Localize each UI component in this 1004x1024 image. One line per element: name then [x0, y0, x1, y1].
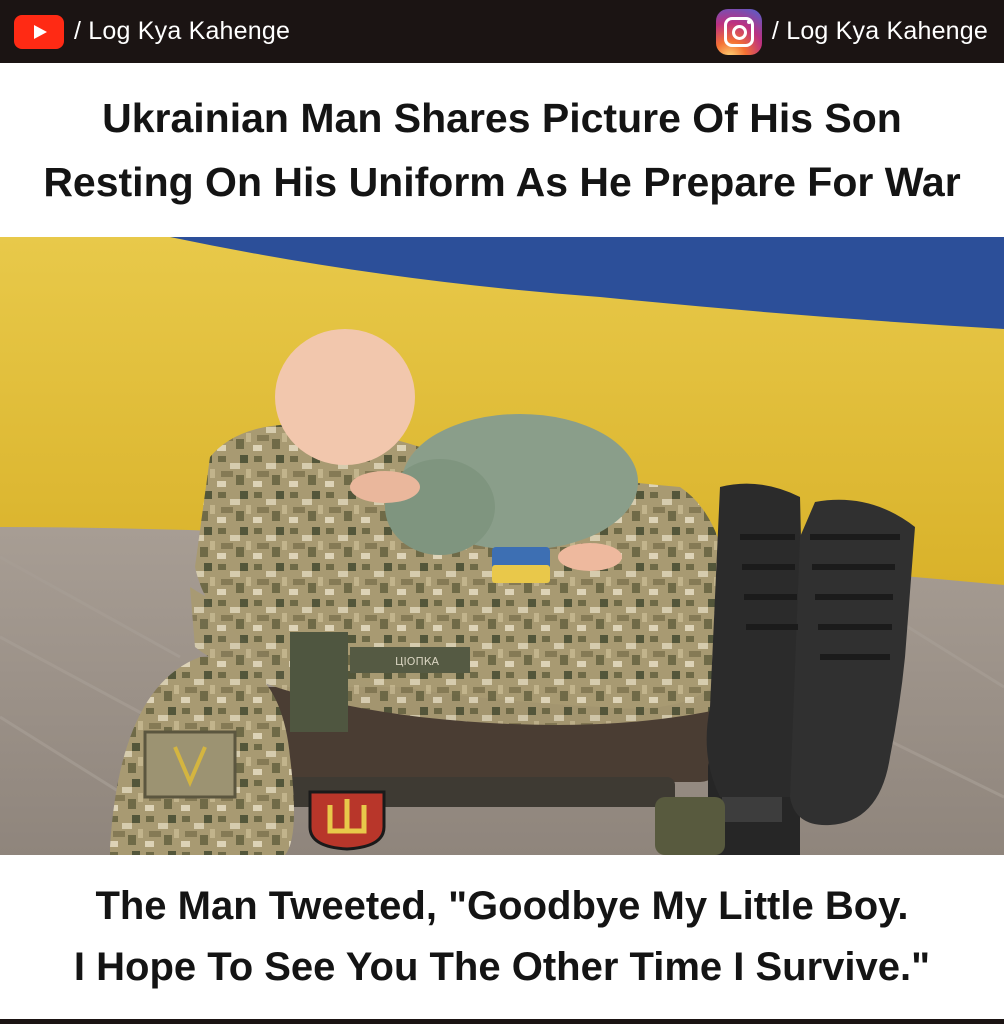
instagram-brand-label: / Log Kya Kahenge	[771, 17, 988, 45]
bottom-divider	[0, 1019, 1004, 1024]
uniform-tag: ЦІОПКА	[395, 655, 440, 668]
photo: ЦІОПКА	[0, 237, 1004, 855]
youtube-brand-label: / Log Kya Kahenge	[74, 17, 291, 45]
youtube-brand[interactable]: / Log Kya Kahenge	[14, 0, 290, 63]
photo-illustration: ЦІОПКА	[0, 237, 1004, 855]
caption-line-2: I Hope To See You The Other Time I Survi…	[73, 945, 931, 989]
headline-line-1: Ukrainian Man Shares Picture Of His Son	[102, 95, 902, 141]
instagram-brand[interactable]: / Log Kya Kahenge	[715, 0, 988, 63]
youtube-icon	[14, 14, 64, 49]
caption: The Man Tweeted, "Goodbye My Little Boy.…	[0, 855, 1004, 1019]
top-bar: / Log Kya Kahenge / Log Kya Kahenge	[0, 0, 1004, 63]
caption-line-1: The Man Tweeted, "Goodbye My Little Boy.	[95, 884, 909, 928]
instagram-icon	[715, 8, 762, 55]
headline: Ukrainian Man Shares Picture Of His Son …	[0, 63, 1004, 237]
headline-line-2: Resting On His Uniform As He Prepare For…	[43, 159, 961, 205]
